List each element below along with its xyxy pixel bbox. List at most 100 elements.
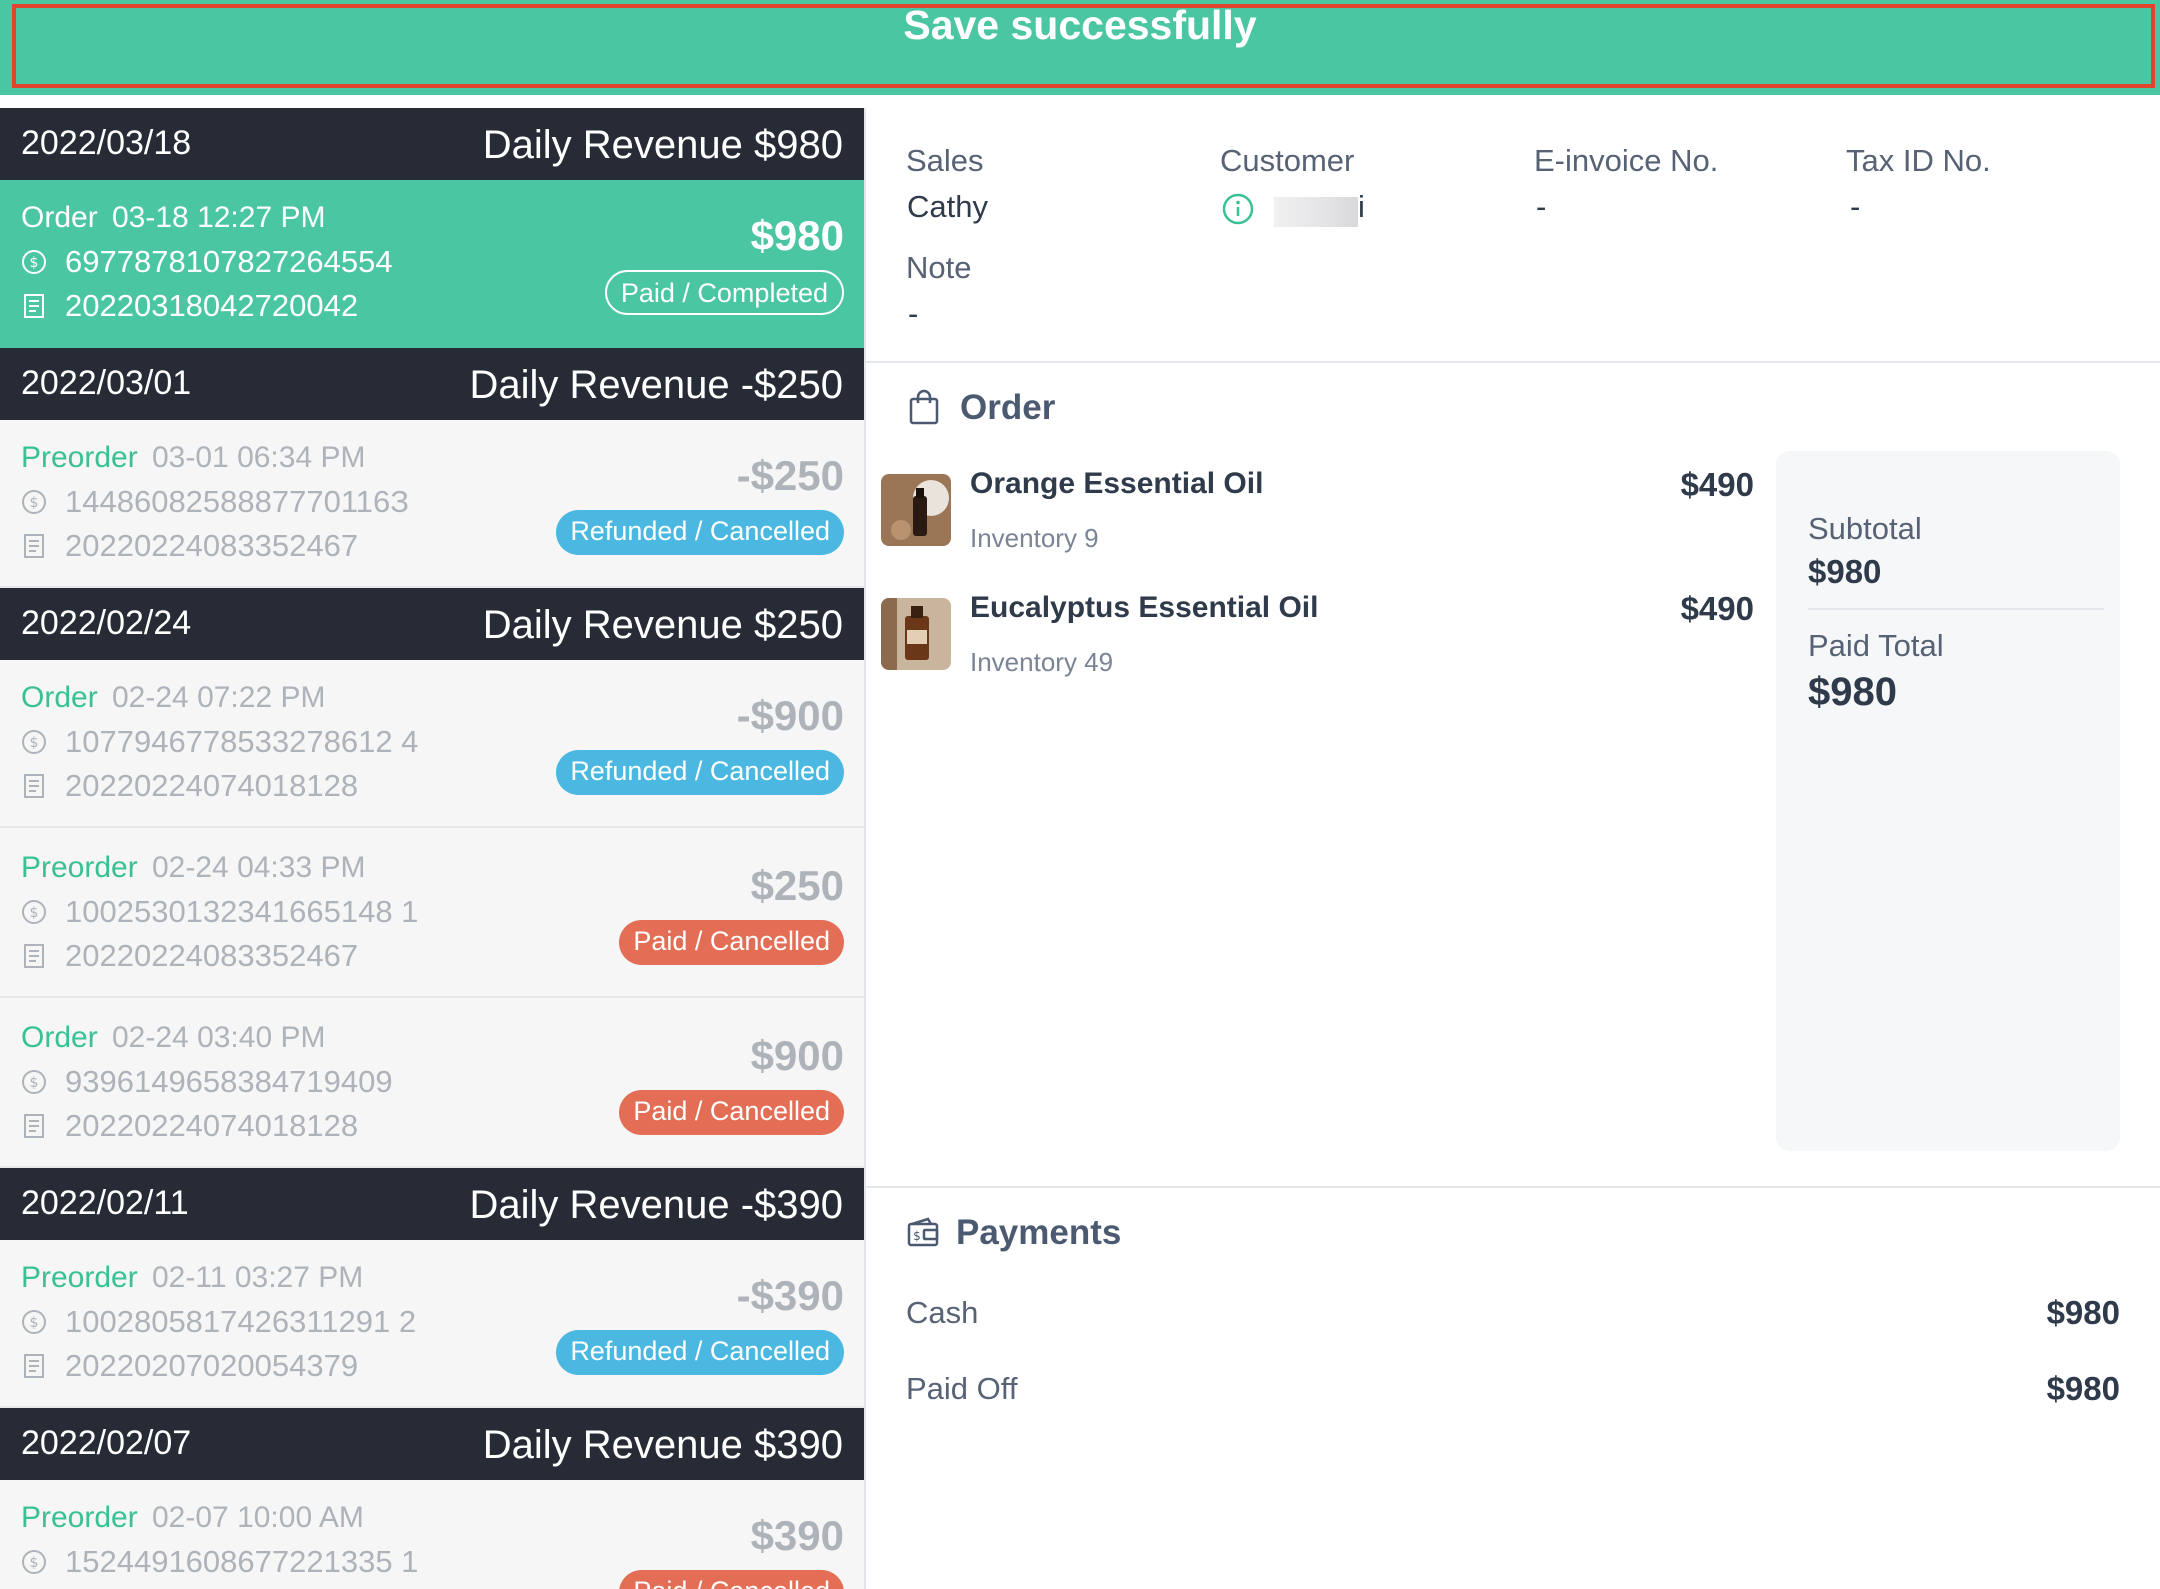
paid-total-label: Paid Total [1808,628,1944,663]
receipt-icon [24,1354,44,1378]
order-type: Order [21,1021,98,1054]
svg-text:$: $ [913,1229,921,1243]
note-label: Note [906,250,972,285]
order-card[interactable]: Preorder 02-07 10:00 AM $152449160867722… [0,1480,864,1589]
order-time: 02-24 03:40 PM [112,1021,326,1054]
receipt-number: 20220224083352467 [65,938,359,973]
day-revenue: Daily Revenue $250 [482,603,843,647]
svg-text:$: $ [30,735,39,751]
order-card[interactable]: Order 02-24 07:22 PM $107794677853327861… [0,660,864,828]
svg-text:$: $ [30,1315,39,1331]
receipt-number: 20220318042720042 [65,288,359,323]
dollar-circle-icon: $ [22,1550,46,1574]
status-badge: Refunded / Cancelled [556,510,844,555]
status-badge: Refunded / Cancelled [556,1330,844,1375]
order-card[interactable]: Order 02-24 03:40 PM $939614965838471940… [0,1000,864,1168]
order-card[interactable]: Preorder 02-24 04:33 PM $100253013234166… [0,830,864,998]
payments-section-title: Payments [956,1213,1122,1252]
product-thumbnail [881,474,951,546]
order-card[interactable]: Preorder 02-11 03:27 PM $100280581742631… [0,1240,864,1408]
divider [1808,608,2104,610]
order-amount: -$250 [736,452,844,499]
payment-number: 9396149658384719409 [65,1064,393,1099]
receipt-number: 20220224074018128 [65,768,359,803]
order-type: Preorder [21,851,138,884]
order-amount: -$900 [736,692,844,739]
subtotal-label: Subtotal [1808,511,1922,546]
item-inventory: Inventory 49 [970,647,1114,677]
payment-number: 1448608258887770116З [65,484,409,519]
day-header: 2022/03/18 Daily Revenue $980 [0,108,864,180]
dollar-circle-icon: $ [22,1070,46,1094]
dollar-circle-icon: $ [22,1310,46,1334]
einvoice-value: - [1536,189,1547,224]
sales-label: Sales [906,143,984,178]
customer-name-redacted [1274,197,1358,227]
receipt-number: 20220207020054379 [65,1348,359,1383]
payment-number: 1002530132341665148 1 [65,894,419,929]
divider [866,361,2160,363]
order-detail-panel: Sales Cathy Customer i E-invoice No. - T… [866,108,2160,1589]
order-time: 02-11 03:27 PM [152,1261,364,1294]
day-header: 2022/02/24 Daily Revenue $250 [0,588,864,660]
taxid-label: Tax ID No. [1846,143,1991,178]
product-thumbnail [881,598,951,670]
order-time: 02-24 07:22 PM [112,681,326,714]
status-badge: Paid / Cancelled [619,920,844,965]
order-time: 03-01 06:34 PM [152,441,366,474]
svg-text:$: $ [30,905,39,921]
order-history-list[interactable]: 2022/03/18 Daily Revenue $980 Order 03-1… [0,108,866,1589]
svg-text:$: $ [30,255,39,271]
receipt-icon [24,294,44,318]
order-amount: $250 [750,862,844,909]
order-type: Preorder [21,1501,138,1534]
order-time: 02-07 10:00 AM [152,1501,364,1534]
dollar-circle-icon: $ [22,730,46,754]
day-revenue: Daily Revenue -$390 [469,1183,843,1227]
subtotal-value: $980 [1808,553,1882,590]
order-time: 02-24 04:33 PM [152,851,366,884]
day-date: 2022/02/24 [21,604,192,642]
dollar-circle-icon: $ [22,900,46,924]
order-card[interactable]: Preorder 03-01 06:34 PM $144860825888777… [0,420,864,588]
customer-value: i [1358,189,1365,224]
order-type: Preorder [21,441,138,474]
paid-total-value: $980 [1808,670,1897,714]
divider [866,1186,2160,1188]
payment-method-label: Cash [906,1295,979,1330]
sales-value: Cathy [907,189,988,224]
day-date: 2022/02/07 [21,1424,192,1462]
day-revenue: Daily Revenue -$250 [469,363,843,407]
item-inventory: Inventory 9 [970,523,1099,553]
status-badge: Paid / Cancelled [619,1090,844,1135]
paid-off-amount: $980 [2046,1370,2120,1407]
paid-off-label: Paid Off [906,1371,1018,1406]
day-date: 2022/03/01 [21,364,192,402]
payment-number: 1077946778533278612 4 [65,724,419,759]
day-date: 2022/02/11 [21,1184,189,1222]
day-date: 2022/03/18 [21,124,192,162]
item-price: $490 [1680,466,1754,503]
receipt-icon [24,944,44,968]
receipt-icon [24,1114,44,1138]
taxid-value: - [1850,189,1861,224]
svg-text:$: $ [30,495,39,511]
toast-message: Save successfully [903,2,1257,48]
payment-number: 6977878107827264554 [65,244,393,279]
customer-info-icon[interactable] [1222,193,1254,225]
order-card[interactable]: Order 03-18 12:27 PM $697787810782726455… [0,180,864,348]
dollar-circle-icon: $ [22,490,46,514]
svg-text:$: $ [30,1555,39,1571]
status-badge: Paid / Cancelled [619,1570,844,1589]
item-price: $490 [1680,590,1754,627]
order-amount: -$390 [736,1272,844,1319]
note-value: - [908,296,919,331]
order-section-title: Order [960,388,1056,427]
item-name: Orange Essential Oil [970,467,1264,500]
svg-text:$: $ [30,1075,39,1091]
payment-number: 1524491608677221335 1 [65,1544,419,1579]
receipt-number: 20220224083352467 [65,528,359,563]
day-header: 2022/02/07 Daily Revenue $390 [0,1408,864,1480]
order-type: Order [21,201,98,234]
day-revenue: Daily Revenue $390 [482,1423,843,1467]
